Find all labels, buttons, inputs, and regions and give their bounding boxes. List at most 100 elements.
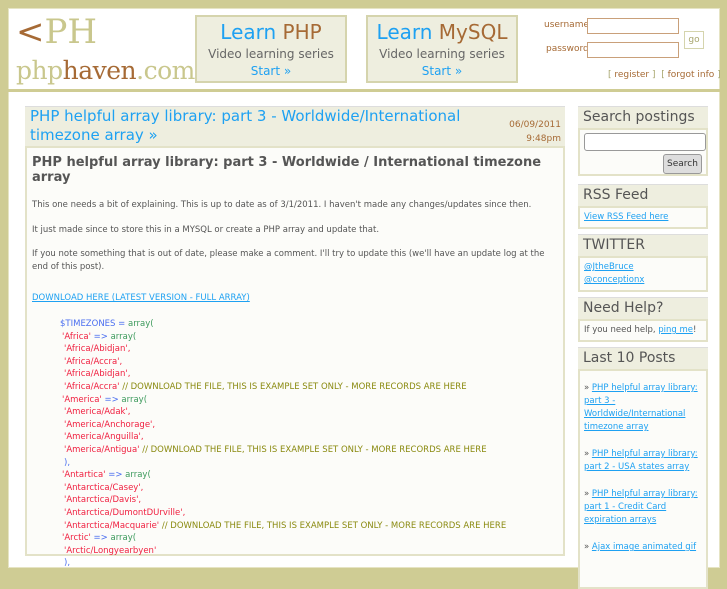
code-line: 'Africa/Accra' // DOWNLOAD THE FILE, THI… — [60, 381, 558, 394]
code-token: array( — [125, 470, 151, 481]
code-line: 'America/Antigua' // DOWNLOAD THE FILE, … — [60, 444, 558, 457]
code-token: 'Antartica' — [62, 470, 106, 481]
code-token: // DOWNLOAD THE FILE, THIS IS EXAMPLE SE… — [139, 444, 487, 455]
code-token: 'America' — [62, 394, 102, 405]
code-token: 'America/Anguilla', — [64, 432, 144, 443]
code-token: 'Antarctica/DumontDUrville', — [64, 507, 186, 518]
code-token: array( — [121, 394, 148, 405]
code-token: => — [90, 331, 111, 342]
code-token: 'Antarctica/Davis', — [64, 495, 142, 506]
code-token: array( — [110, 331, 137, 342]
code-line: ), — [60, 557, 558, 570]
post-time: 9:48pm — [526, 134, 561, 144]
code-token: => — [105, 470, 126, 481]
logo-mark: PH — [44, 12, 98, 52]
promo-subject: MySQL — [438, 20, 508, 44]
widget-title: RSS Feed — [578, 184, 708, 206]
logo-text: haven — [62, 56, 137, 85]
code-line: 'Antarctica/DumontDUrville', — [60, 507, 558, 520]
code-token: // DOWNLOAD THE FILE, THIS IS EXAMPLE SE… — [159, 520, 507, 531]
promo-subtitle: Video learning series — [379, 47, 505, 61]
promo-subject: PHP — [282, 20, 322, 44]
code-token: => — [101, 394, 122, 405]
code-line: ), — [60, 457, 558, 470]
code-token: $TIMEZONES — [60, 319, 116, 329]
widget-title: TWITTER — [578, 234, 708, 256]
recent-post-link[interactable]: PHP helpful array library: part 1 - Cred… — [584, 489, 698, 525]
password-input[interactable] — [587, 42, 679, 58]
header-divider — [8, 89, 720, 92]
code-token: array( — [110, 533, 137, 544]
promo-learn-mysql[interactable]: Learn MySQL Video learning series Start … — [366, 15, 518, 83]
go-button[interactable]: go — [684, 31, 704, 49]
help-widget: Need Help? If you need help, ping me! — [578, 297, 708, 342]
code-token: 'Arctic/Longyearbyen' — [64, 545, 157, 556]
help-text: If you need help, — [584, 325, 659, 335]
ping-me-link[interactable]: ping me — [658, 325, 693, 335]
code-line: 'Africa' => array( — [60, 331, 558, 344]
download-link[interactable]: DOWNLOAD HERE (LATEST VERSION - FULL ARR… — [32, 293, 250, 303]
code-line: 'Arctic/Longyearbyen' — [60, 545, 558, 558]
forgot-info-link[interactable]: forgot info — [668, 70, 715, 80]
rss-widget: RSS Feed View RSS Feed here — [578, 184, 708, 229]
paragraph: It just made since to store this in a MY… — [32, 224, 380, 235]
promo-title: Learn — [376, 20, 439, 44]
username-input[interactable] — [587, 18, 679, 34]
code-token: 'Africa/Accra' — [64, 381, 120, 392]
search-input[interactable] — [584, 133, 706, 151]
code-token: ), — [64, 558, 71, 569]
code-line: 'Antarctica/Casey', — [60, 482, 558, 495]
list-item: » PHP helpful array library: part 3 - Wo… — [584, 383, 698, 432]
promo-learn-php[interactable]: Learn PHP Video learning series Start » — [195, 15, 347, 83]
logo[interactable]: <PH phphaven.com — [16, 14, 195, 85]
password-label: password — [546, 44, 589, 54]
search-button[interactable]: Search — [663, 154, 702, 174]
code-line: 'Africa/Abidjan', — [60, 343, 558, 356]
code-line: 'Africa/Accra', — [60, 356, 558, 369]
list-item: » PHP helpful array library: part 2 - US… — [584, 449, 698, 472]
recent-post-link[interactable]: Ajax image animated gif — [592, 542, 696, 552]
code-token: 'America/Antigua' — [64, 444, 140, 455]
code-block: $TIMEZONES = array('Africa' => array('Af… — [60, 318, 558, 570]
widget-title: Need Help? — [578, 297, 708, 319]
code-token: => — [90, 533, 111, 544]
paragraph: If you note something that is out of dat… — [32, 249, 545, 272]
register-link[interactable]: register — [614, 70, 649, 80]
twitter-widget: TWITTER @JtheBruce @conceptionx — [578, 234, 708, 292]
logo-text: php — [16, 56, 63, 85]
code-line: 'America/Anchorage', — [60, 419, 558, 432]
widget-title: Search postings — [578, 106, 708, 128]
code-line: 'Antarctica/Macquarie' // DOWNLOAD THE F… — [60, 520, 558, 533]
recent-post-link[interactable]: PHP helpful array library: part 2 - USA … — [584, 449, 698, 472]
post-date: 06/09/2011 — [509, 120, 561, 130]
code-line: 'America/Adak', — [60, 406, 558, 419]
code-token: 'Antarctica/Macquarie' — [64, 520, 160, 531]
code-line: 'America' => array( — [60, 394, 558, 407]
code-line: 'Antarctica/Davis', — [60, 494, 558, 507]
help-text: ! — [693, 325, 697, 335]
code-token: ), — [64, 457, 71, 468]
last-posts-widget: Last 10 Posts » PHP helpful array librar… — [578, 347, 708, 589]
code-line: 'Arctic' => array( — [60, 532, 558, 545]
post-title-link[interactable]: PHP helpful array library: part 3 - Worl… — [30, 107, 480, 145]
code-token: 'America/Adak', — [64, 407, 131, 418]
rss-link[interactable]: View RSS Feed here — [584, 212, 668, 222]
code-line: $TIMEZONES = array( — [60, 318, 558, 331]
code-token: 'Arctic' — [62, 533, 91, 544]
paragraph: This one needs a bit of explaining. This… — [32, 200, 532, 210]
recent-post-link[interactable]: PHP helpful array library: part 3 - Worl… — [584, 383, 698, 432]
list-item: » PHP helpful array library: part 1 - Cr… — [584, 489, 698, 525]
promo-start-link[interactable]: Start » — [197, 64, 345, 78]
promo-start-link[interactable]: Start » — [368, 64, 516, 78]
twitter-link[interactable]: @conceptionx — [584, 275, 644, 285]
code-token: array( — [127, 319, 154, 329]
code-token: 'Africa/Abidjan', — [64, 344, 131, 355]
promo-title: Learn — [220, 20, 283, 44]
code-line: 'Africa/Abidjan', — [60, 368, 558, 381]
account-links: [ register ] [ forgot info ] — [608, 70, 721, 80]
search-widget: Search postings Search — [578, 106, 708, 176]
code-line: 'Antartica' => array( — [60, 469, 558, 482]
code-token: 'Africa/Accra', — [64, 356, 123, 367]
widget-title: Last 10 Posts — [578, 347, 708, 369]
twitter-link[interactable]: @JtheBruce — [584, 262, 634, 272]
